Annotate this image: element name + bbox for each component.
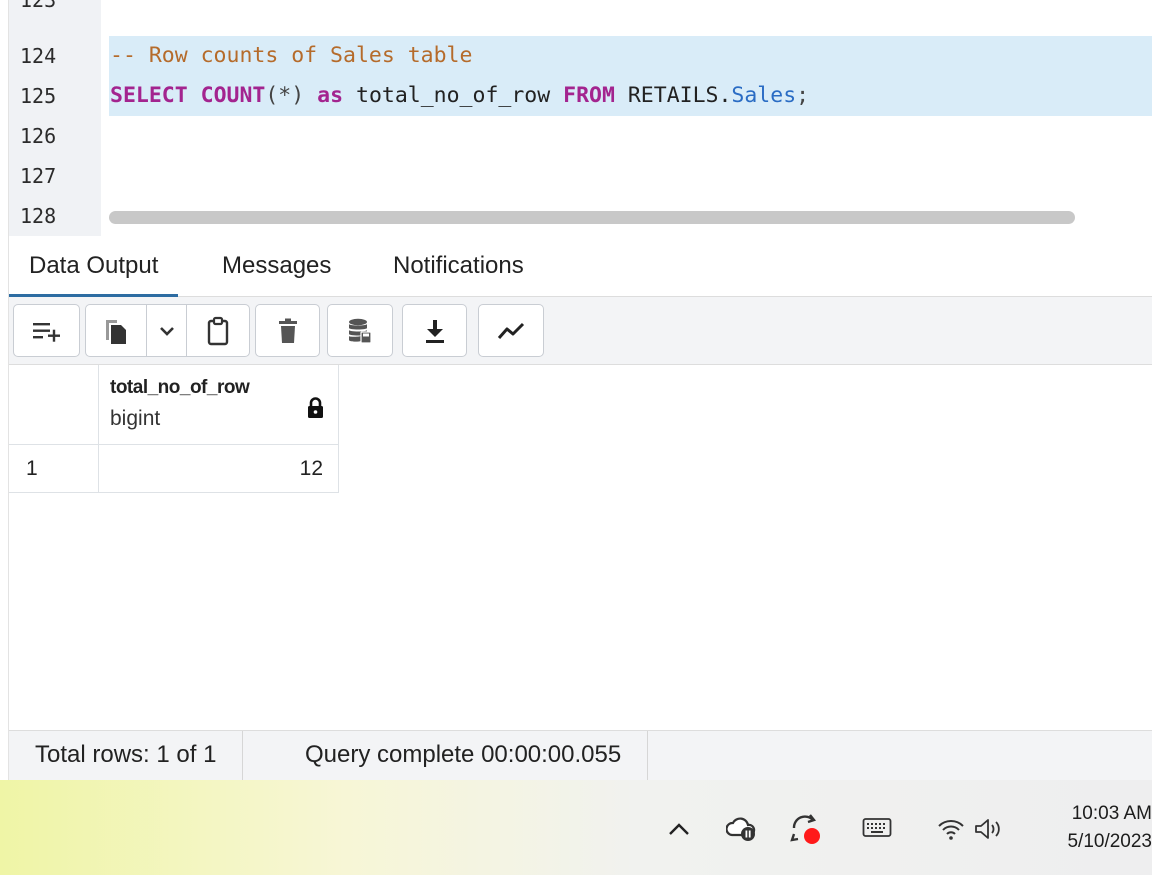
add-row-icon (32, 322, 60, 342)
wifi-icon (938, 820, 964, 840)
show-hidden-icons-button[interactable] (664, 814, 694, 844)
column-header[interactable]: total_no_of_row bigint (99, 365, 339, 445)
row-header-corner[interactable] (9, 365, 99, 445)
sql-keyword: FROM (563, 83, 615, 108)
copy-button[interactable] (86, 305, 148, 356)
save-data-button[interactable] (327, 304, 393, 357)
delete-button[interactable] (255, 304, 320, 357)
graph-icon (497, 322, 525, 339)
sync-status-button[interactable] (786, 810, 826, 848)
system-clock[interactable]: 10:03 AM 5/10/2023 (1040, 800, 1152, 856)
copy-options-dropdown[interactable] (147, 305, 187, 356)
add-row-button[interactable] (13, 304, 80, 357)
sql-keyword: as (317, 83, 344, 108)
speaker-icon (975, 819, 1000, 839)
paste-icon (207, 316, 229, 345)
tab-messages[interactable]: Messages (202, 236, 351, 297)
clock-date: 5/10/2023 (1067, 831, 1152, 852)
tab-data-output[interactable]: Data Output (9, 236, 179, 297)
data-output-toolbar (9, 297, 1152, 365)
line-number: 125 (20, 84, 57, 108)
data-cell[interactable]: 12 (99, 445, 339, 493)
sql-terminator: ; (796, 83, 810, 108)
sql-keyword: SELECT (110, 83, 188, 108)
sql-function: COUNT (200, 83, 266, 108)
download-icon (425, 319, 444, 343)
save-data-icon (349, 318, 372, 344)
download-button[interactable] (402, 304, 467, 357)
code-line: 125 SELECT COUNT(*) as total_no_of_row F… (9, 76, 1152, 116)
sql-args: (*) (265, 83, 305, 108)
data-grid: total_no_of_row bigint 1 12 (9, 365, 1152, 730)
code-text[interactable]: -- Row counts of Sales table (109, 36, 1152, 76)
query-status: Query complete 00:00:00.055 (279, 731, 649, 781)
scrollbar-thumb[interactable] (109, 211, 1075, 224)
status-bar: Total rows: 1 of 1 Query complete 00:00:… (9, 730, 1152, 781)
cell-value: 12 (299, 457, 323, 480)
paste-button[interactable] (187, 305, 249, 356)
code-line: 123 (9, 0, 1152, 20)
sync-error-icon (790, 814, 820, 844)
line-number: 124 (20, 44, 57, 68)
code-text[interactable] (109, 156, 1152, 196)
onedrive-button[interactable] (724, 812, 762, 846)
total-rows-status: Total rows: 1 of 1 (9, 731, 244, 781)
line-number: 127 (20, 164, 57, 188)
row-number-cell[interactable]: 1 (9, 445, 99, 493)
copy-icon (106, 319, 127, 344)
code-text[interactable] (109, 0, 1152, 20)
line-number: 123 (20, 0, 57, 12)
sql-alias: total_no_of_row (356, 83, 551, 108)
column-type: bigint (110, 407, 161, 430)
code-line: 124 -- Row counts of Sales table (9, 36, 1152, 76)
graph-visualiser-button[interactable] (478, 304, 544, 357)
chevron-down-icon (159, 326, 174, 336)
windows-taskbar: 10:03 AM 5/10/2023 (0, 780, 1152, 875)
sql-comment: -- Row counts of Sales table (110, 43, 473, 68)
line-number: 126 (20, 124, 57, 148)
horizontal-scrollbar[interactable] (109, 208, 1075, 227)
delete-icon (278, 318, 297, 343)
network-button[interactable] (934, 814, 968, 844)
row-number: 1 (26, 457, 38, 480)
copy-paste-group (85, 304, 250, 357)
volume-button[interactable] (970, 814, 1010, 844)
results-tab-bar: Data Output Messages Notifications (9, 236, 1152, 297)
sql-table: Sales (731, 83, 797, 108)
tab-notifications[interactable]: Notifications (373, 236, 544, 297)
lock-icon (308, 397, 323, 418)
line-number: 128 (20, 204, 57, 228)
touch-keyboard-button[interactable] (860, 814, 894, 842)
chevron-up-icon (669, 823, 689, 835)
code-line: 126 (9, 116, 1152, 156)
code-text[interactable]: SELECT COUNT(*) as total_no_of_row FROM … (109, 76, 1152, 116)
keyboard-icon (862, 818, 892, 837)
code-text[interactable] (109, 116, 1152, 156)
column-name: total_no_of_row (110, 377, 250, 398)
code-line: 127 (9, 156, 1152, 196)
sql-schema: RETAILS. (627, 83, 732, 108)
sql-editor[interactable]: 123 124 -- Row counts of Sales table 125… (9, 0, 1152, 236)
window-left-edge (0, 0, 9, 780)
clock-time: 10:03 AM (1071, 803, 1152, 824)
onedrive-paused-icon (726, 817, 756, 841)
